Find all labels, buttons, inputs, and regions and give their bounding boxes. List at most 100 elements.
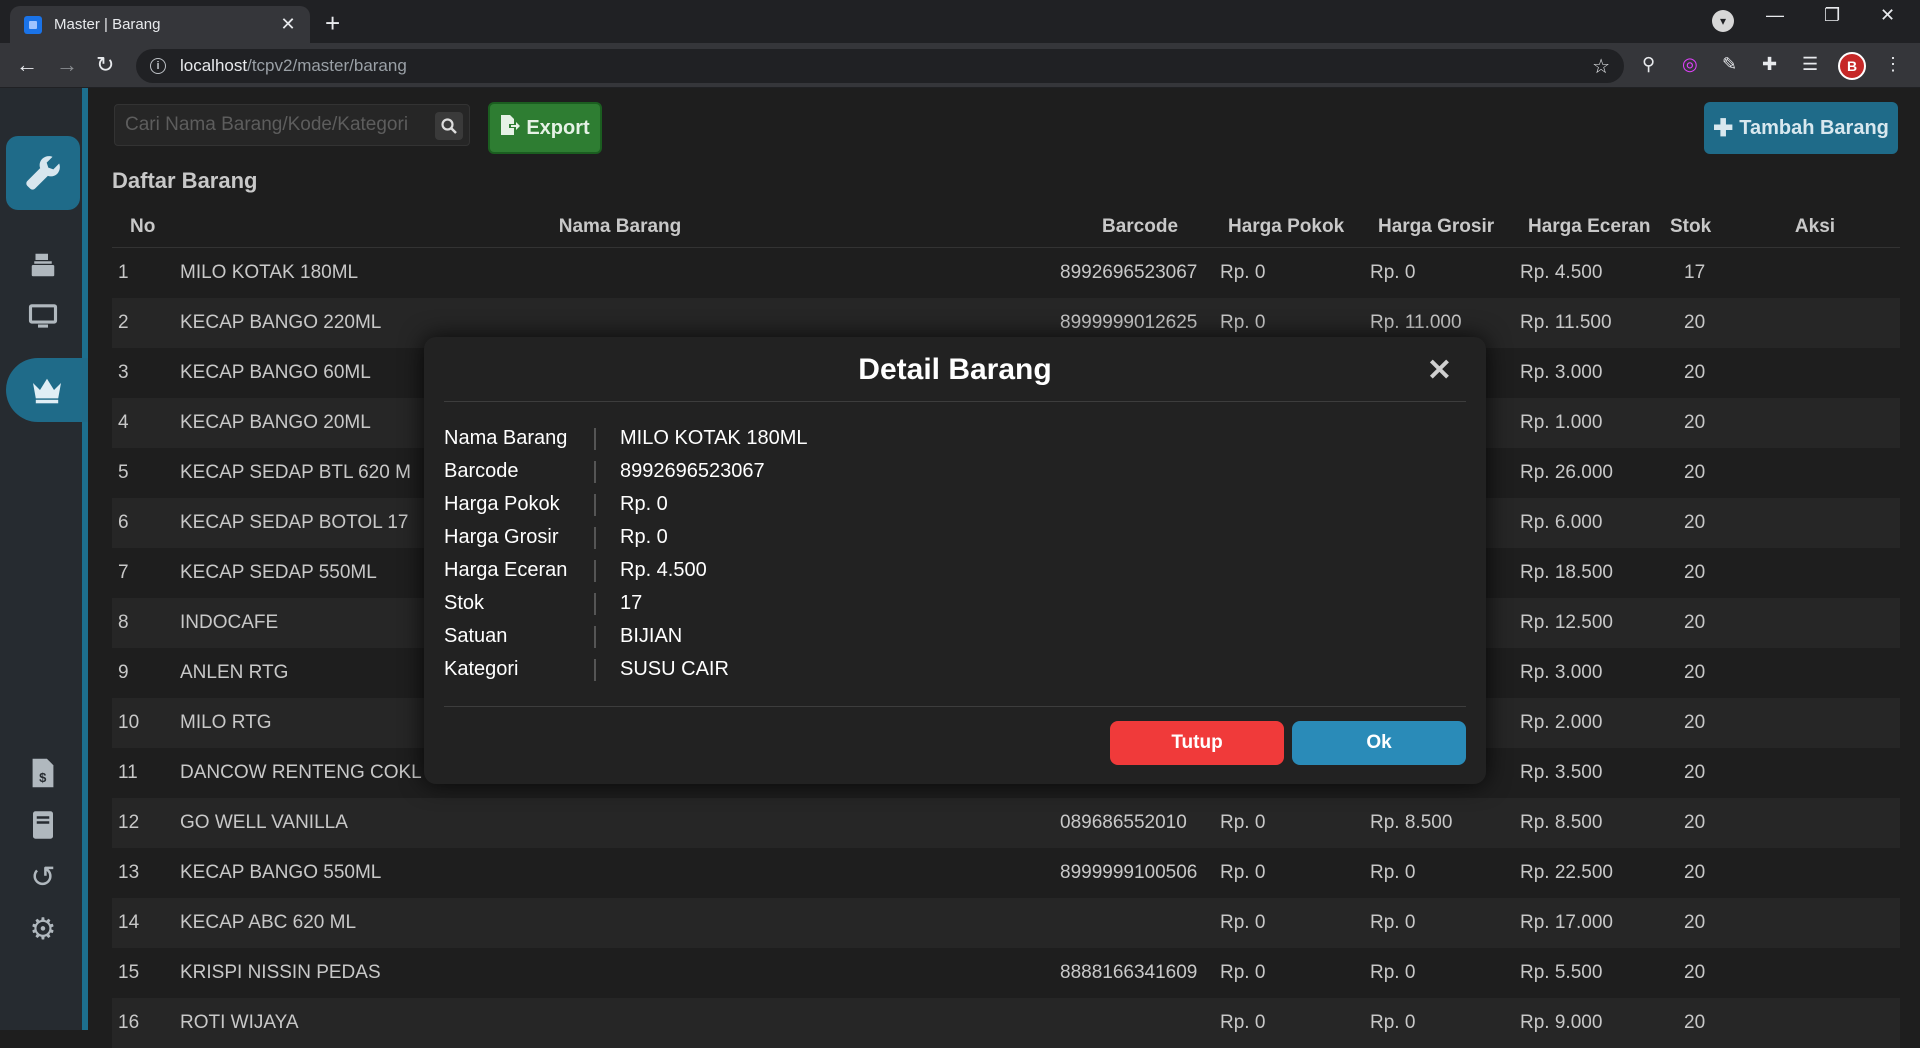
monitor-icon[interactable] (10, 292, 76, 342)
detail-value: 17 (620, 592, 643, 614)
file-export-icon (500, 114, 521, 142)
cell-harga-eceran: Rp. 5.500 (1520, 962, 1603, 983)
detail-row: Harga Pokok Rp. 0 (444, 488, 807, 521)
cell-harga-grosir: Rp. 0 (1370, 912, 1416, 933)
history-icon[interactable]: ↺ (10, 852, 76, 902)
browser-tab[interactable]: Master | Barang ✕ (10, 6, 310, 43)
cell-barcode: 089686552010 (1060, 812, 1187, 833)
modal-close-icon[interactable]: ✕ (1427, 353, 1452, 388)
cell-harga-grosir: Rp. 0 (1370, 262, 1416, 283)
window-close-button[interactable]: ✕ (1880, 5, 1895, 26)
table-row[interactable]: 16 ROTI WIJAYA Rp. 0 Rp. 0 Rp. 9.000 20 (112, 998, 1900, 1048)
forward-button[interactable]: → (56, 52, 78, 78)
cell-name: KECAP ABC 620 ML (180, 912, 357, 933)
gear-icon[interactable]: ⚙ (10, 904, 76, 954)
reload-button[interactable]: ↻ (96, 52, 114, 78)
cell-no: 11 (118, 762, 138, 783)
table-row[interactable]: 15 KRISPI NISSIN PEDAS 8888166341609 Rp. 0 R… (112, 948, 1900, 998)
detail-value: MILO KOTAK 180ML (620, 427, 808, 449)
cell-harga-eceran: Rp. 3.000 (1520, 662, 1603, 683)
cell-no: 7 (118, 562, 129, 583)
col-header-harga-grosir[interactable]: Harga Grosir (1370, 216, 1520, 238)
tab-search-icon[interactable]: ▾ (1712, 10, 1734, 32)
add-item-button[interactable]: ✚ Tambah Barang (1704, 102, 1898, 154)
browser-menu-icon[interactable]: ⋮ (1884, 54, 1902, 75)
cell-no: 12 (118, 812, 140, 833)
cell-stok: 20 (1684, 562, 1706, 583)
col-header-barcode[interactable]: Barcode (1060, 216, 1220, 238)
ok-button[interactable]: Ok (1292, 721, 1466, 765)
col-header-stok[interactable]: Stok (1670, 216, 1750, 238)
detail-separator (594, 559, 596, 582)
cell-stok: 20 (1684, 312, 1706, 333)
page-title: Daftar Barang (112, 168, 258, 193)
modal-title: Detail Barang (858, 353, 1052, 386)
detail-separator (594, 526, 596, 549)
table-row[interactable]: 1 MILO KOTAK 180ML 8992696523067 Rp. 0 Rp. 0… (112, 248, 1900, 298)
bookmark-star-icon[interactable]: ☆ (1592, 54, 1610, 79)
detail-label: Harga Eceran (444, 559, 568, 581)
col-header-no[interactable]: No (112, 216, 180, 238)
pen-extension-icon[interactable]: ✎ (1722, 54, 1737, 75)
reading-list-icon[interactable]: ☰ (1802, 54, 1818, 75)
detail-value: SUSU CAIR (620, 658, 729, 680)
cell-name: ROTI WIJAYA (180, 1012, 299, 1033)
detail-modal: Detail Barang ✕ Nama Barang MILO KOTAK 18… (424, 337, 1486, 784)
location-icon[interactable]: ⚲ (1642, 54, 1655, 75)
url-host: localhost (180, 56, 248, 75)
detail-label: Barcode (444, 460, 519, 482)
crown-icon[interactable] (6, 358, 88, 422)
minimize-button[interactable]: — (1766, 5, 1784, 26)
cell-stok: 20 (1684, 512, 1706, 533)
invoice-icon[interactable]: $ (10, 748, 76, 798)
detail-row: Harga Eceran Rp. 4.500 (444, 554, 807, 587)
cell-harga-pokok: Rp. 0 (1220, 312, 1266, 333)
detail-value: 8992696523067 (620, 460, 765, 482)
plus-icon: ✚ (1713, 114, 1734, 142)
detail-separator (594, 592, 596, 615)
address-bar[interactable]: i localhost /tcpv2/master/barang ☆ (136, 49, 1624, 83)
site-info-icon[interactable]: i (150, 58, 166, 74)
detail-row: Stok 17 (444, 587, 807, 620)
cell-harga-grosir: Rp. 8.500 (1370, 812, 1453, 833)
wrench-icon[interactable] (6, 136, 80, 210)
detail-list: Nama Barang MILO KOTAK 180ML Barcode 899269… (444, 422, 807, 686)
search-input[interactable] (115, 114, 425, 136)
cell-harga-eceran: Rp. 8.500 (1520, 812, 1603, 833)
cell-harga-pokok: Rp. 0 (1220, 912, 1266, 933)
cell-no: 13 (118, 862, 140, 883)
cell-stok: 20 (1684, 1012, 1706, 1033)
cell-harga-eceran: Rp. 9.000 (1520, 1012, 1603, 1033)
cell-stok: 20 (1684, 412, 1706, 433)
restore-button[interactable]: ❐ (1824, 5, 1840, 26)
cell-no: 4 (118, 412, 129, 433)
browser-tabbar: Master | Barang ✕ + ▾ — ❐ ✕ (0, 0, 1920, 43)
cell-name: KECAP BANGO 220ML (180, 312, 382, 333)
detail-value: Rp. 0 (620, 493, 668, 515)
table-row[interactable]: 12 GO WELL VANILLA 089686552010 Rp. 0 Rp. 8.… (112, 798, 1900, 848)
cell-no: 16 (118, 1012, 140, 1033)
extensions-puzzle-icon[interactable]: ✚ (1762, 54, 1777, 75)
new-tab-button[interactable]: + (325, 8, 340, 39)
cash-register-icon[interactable] (10, 240, 76, 290)
col-header-harga-pokok[interactable]: Harga Pokok (1220, 216, 1370, 238)
profile-avatar[interactable]: B (1838, 52, 1866, 80)
col-header-harga-eceran[interactable]: Harga Eceran (1520, 216, 1670, 238)
book-icon[interactable] (10, 800, 76, 850)
tab-close-icon[interactable]: ✕ (278, 14, 298, 35)
cell-harga-pokok: Rp. 0 (1220, 862, 1266, 883)
table-row[interactable]: 13 KECAP BANGO 550ML 8999999100506 Rp. 0 Rp.… (112, 848, 1900, 898)
detail-value: Rp. 4.500 (620, 559, 707, 581)
col-header-name[interactable]: Nama Barang (180, 216, 1060, 238)
cell-harga-pokok: Rp. 0 (1220, 812, 1266, 833)
cell-harga-pokok: Rp. 0 (1220, 1012, 1266, 1033)
cell-harga-eceran: Rp. 22.500 (1520, 862, 1613, 883)
tutup-button[interactable]: Tutup (1110, 721, 1284, 765)
table-row[interactable]: 14 KECAP ABC 620 ML Rp. 0 Rp. 0 Rp. 17.000 20 (112, 898, 1900, 948)
cell-stok: 20 (1684, 712, 1706, 733)
color-extension-icon[interactable]: ◎ (1682, 54, 1698, 75)
export-button[interactable]: Export (488, 102, 602, 154)
back-button[interactable]: ← (16, 52, 38, 78)
search-icon[interactable] (435, 112, 463, 140)
detail-row: Harga Grosir Rp. 0 (444, 521, 807, 554)
